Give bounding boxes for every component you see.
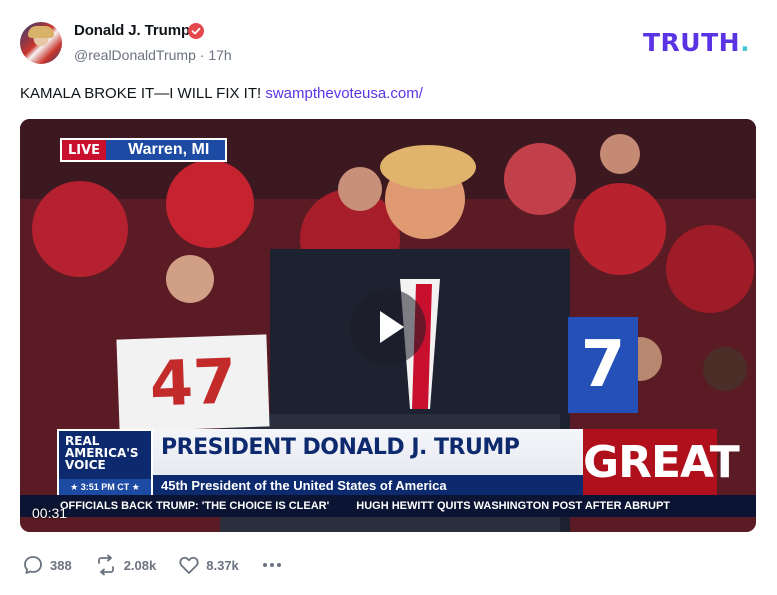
- logo-dot: .: [740, 28, 751, 57]
- live-bug: LIVE Warren, MI: [60, 138, 228, 162]
- lower-third-sub: 45th President of the United States of A…: [153, 475, 583, 497]
- time-ago[interactable]: 17h: [208, 47, 231, 63]
- lower-third: REAL AMERICA'S VOICE ★ 3:51 PM CT ★ PRES…: [57, 429, 740, 497]
- more-button[interactable]: [261, 554, 289, 576]
- sign-47: 47: [116, 334, 270, 432]
- network-time: ★ 3:51 PM CT ★: [59, 479, 151, 495]
- retruth-count: 2.08k: [123, 557, 157, 573]
- reply-icon: [24, 556, 42, 574]
- live-tag: LIVE: [62, 140, 107, 160]
- ticker-item: OFFICIALS BACK TRUMP: 'THE CHOICE IS CLE…: [60, 500, 330, 512]
- action-bar: 388 2.08k 8.37k: [22, 554, 311, 576]
- post: Donald J. Trump @realDonaldTrump · 17h T…: [0, 0, 777, 595]
- post-body: KAMALA BROKE IT—I WILL FIX IT!: [20, 85, 262, 102]
- post-text: KAMALA BROKE IT—I WILL FIX IT! swampthev…: [20, 85, 423, 102]
- location-label: Warren, MI: [106, 140, 226, 160]
- like-icon: [179, 556, 199, 574]
- lower-third-main: PRESIDENT DONALD J. TRUMP 45th President…: [153, 429, 583, 497]
- logo-text: TRUTH: [643, 28, 741, 57]
- like-count: 8.37k: [206, 557, 239, 573]
- verified-badge-icon: [188, 23, 204, 39]
- network-bug: REAL AMERICA'S VOICE ★ 3:51 PM CT ★: [57, 429, 153, 497]
- reply-count: 388: [50, 557, 72, 573]
- avatar[interactable]: [20, 22, 62, 64]
- video-timestamp: 00:31: [32, 505, 68, 521]
- ticker-item: HUGH HEWITT QUITS WASHINGTON POST AFTER …: [356, 500, 670, 512]
- separator: ·: [199, 47, 205, 63]
- handle[interactable]: @realDonaldTrump: [74, 47, 196, 63]
- play-icon[interactable]: [350, 289, 426, 365]
- reply-button[interactable]: 388: [22, 554, 72, 576]
- display-name[interactable]: Donald J. Trump: [74, 22, 190, 39]
- retruth-button[interactable]: 2.08k: [94, 554, 157, 576]
- sign-7: 7: [568, 317, 638, 413]
- lower-third-name: PRESIDENT DONALD J. TRUMP: [161, 435, 520, 460]
- lower-third-tag: GREAT: [583, 429, 740, 497]
- retruth-icon: [97, 554, 114, 576]
- handle-line: @realDonaldTrump · 17h: [74, 47, 232, 63]
- post-link[interactable]: swampthevoteusa.com/: [265, 85, 423, 102]
- video-player[interactable]: LIVE Warren, MI 47 7 REAL AMERICA'S VOIC…: [20, 119, 756, 532]
- like-button[interactable]: 8.37k: [178, 554, 239, 576]
- truth-logo[interactable]: TRUTH.: [643, 28, 750, 57]
- more-icon: [262, 563, 281, 567]
- news-ticker: OFFICIALS BACK TRUMP: 'THE CHOICE IS CLE…: [20, 495, 756, 517]
- network-name: REAL AMERICA'S VOICE: [65, 434, 139, 472]
